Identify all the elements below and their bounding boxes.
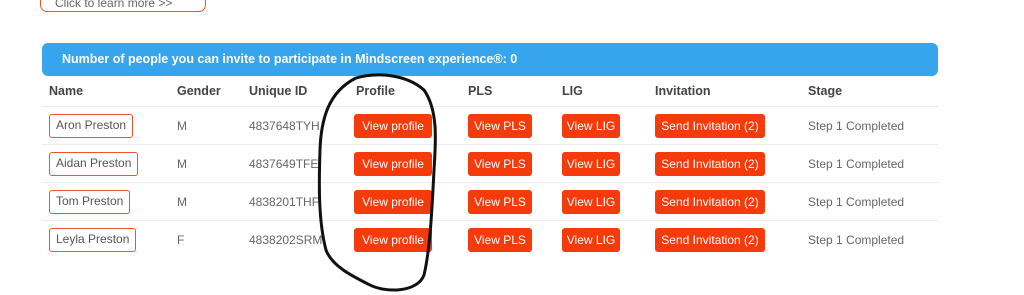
table-row: Aron Preston M 4837648TYH View profile V… [42,106,938,144]
send-invitation-button[interactable]: Send Invitation (2) [655,114,765,138]
table-row: Tom Preston M 4838201THF View profile Vi… [42,182,938,220]
stage-cell: Step 1 Completed [808,195,905,209]
view-lig-button[interactable]: View LIG [562,152,620,176]
unique-id-cell: 4838201THF [249,195,320,209]
view-profile-button[interactable]: View profile [354,190,432,214]
send-invitation-button[interactable]: Send Invitation (2) [655,190,765,214]
table-row: Aidan Preston M 4837649TFE View profile … [42,144,938,182]
view-profile-button[interactable]: View profile [354,152,432,176]
person-name-button[interactable]: Aron Preston [49,114,134,138]
column-header-name: Name [49,84,84,98]
view-lig-button[interactable]: View LIG [562,114,620,138]
column-header-lig: LIG [562,84,583,98]
column-header-stage: Stage [808,84,843,98]
person-name-button[interactable]: Tom Preston [49,190,131,214]
gender-cell: F [177,233,185,247]
stage-cell: Step 1 Completed [808,119,905,133]
send-invitation-button[interactable]: Send Invitation (2) [655,152,765,176]
gender-cell: M [177,195,187,209]
view-pls-button[interactable]: View PLS [468,152,532,176]
stage-cell: Step 1 Completed [808,233,905,247]
view-pls-button[interactable]: View PLS [468,114,532,138]
view-lig-button[interactable]: View LIG [562,228,620,252]
learn-more-link[interactable]: Click to learn more >> [40,0,206,12]
column-header-gender: Gender [177,84,221,98]
invite-count-banner: Number of people you can invite to parti… [42,43,938,76]
unique-id-cell: 4837649TFE [249,157,319,171]
gender-cell: M [177,119,187,133]
view-pls-button[interactable]: View PLS [468,228,532,252]
view-profile-button[interactable]: View profile [354,114,432,138]
unique-id-cell: 4837648TYH [249,119,320,133]
stage-cell: Step 1 Completed [808,157,905,171]
view-lig-button[interactable]: View LIG [562,190,620,214]
view-profile-button[interactable]: View profile [354,228,432,252]
send-invitation-button[interactable]: Send Invitation (2) [655,228,765,252]
view-pls-button[interactable]: View PLS [468,190,532,214]
column-header-unique-id: Unique ID [249,84,308,98]
table-row: Leyla Preston F 4838202SRM View profile … [42,220,938,258]
unique-id-cell: 4838202SRM [249,233,323,247]
column-header-profile: Profile [356,84,395,98]
column-header-invitation: Invitation [655,84,711,98]
person-name-button[interactable]: Aidan Preston [49,152,139,176]
gender-cell: M [177,157,187,171]
person-name-button[interactable]: Leyla Preston [49,228,137,252]
column-header-pls: PLS [468,84,493,98]
